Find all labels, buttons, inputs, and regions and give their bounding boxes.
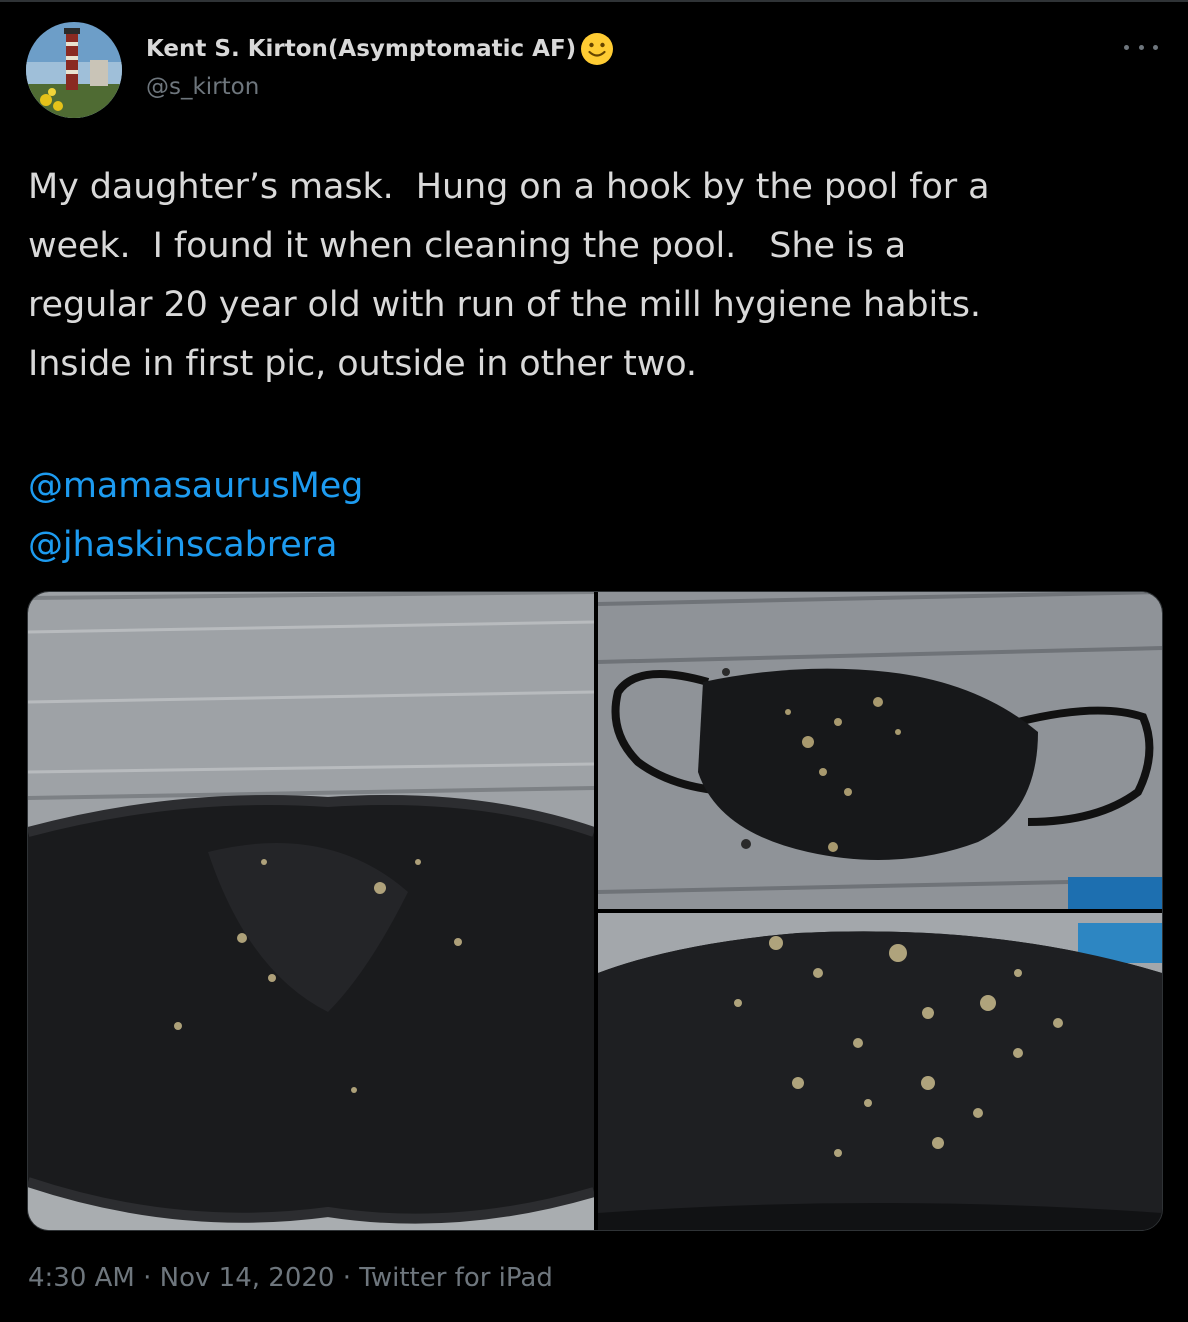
meta-separator: · <box>342 1263 351 1293</box>
tweet-text-line: Inside in first pic, outside in other tw… <box>28 344 697 384</box>
tweet-text-line: My daughter’s mask. Hung on a hook by th… <box>28 167 990 207</box>
more-options-button[interactable] <box>1124 34 1158 60</box>
mention-link[interactable]: @jhaskinscabrera <box>28 516 1168 575</box>
tweet-text: My daughter’s mask. Hung on a hook by th… <box>28 158 1168 575</box>
tweet-source[interactable]: Twitter for iPad <box>359 1263 553 1293</box>
media-grid <box>27 591 1163 1231</box>
author-avatar[interactable] <box>26 22 122 118</box>
tweet-text-line: week. I found it when cleaning the pool.… <box>28 226 907 266</box>
slightly-smiling-face-icon <box>580 32 614 66</box>
mention-link[interactable]: @mamasaurusMeg <box>28 457 1168 516</box>
more-dot-icon <box>1153 44 1158 50</box>
tweet-date[interactable]: Nov 14, 2020 <box>160 1263 335 1293</box>
tweet-time[interactable]: 4:30 AM <box>28 1263 135 1293</box>
tweet-meta: 4:30 AM · Nov 14, 2020 · Twitter for iPa… <box>28 1263 553 1293</box>
mask-outside-closeup-photo[interactable] <box>598 913 1162 1230</box>
more-dot-icon <box>1124 44 1129 50</box>
meta-separator: · <box>143 1263 152 1293</box>
tweet-text-line: regular 20 year old with run of the mill… <box>28 285 981 325</box>
author-name-row: Kent S. Kirton(Asymptomatic AF) <box>146 32 614 66</box>
author-handle[interactable]: @s_kirton <box>146 74 259 100</box>
top-divider <box>0 0 1188 2</box>
author-display-name[interactable]: Kent S. Kirton(Asymptomatic AF) <box>146 36 576 62</box>
more-dot-icon <box>1138 44 1144 50</box>
lighthouse-avatar-icon <box>26 22 122 118</box>
mask-inside-photo[interactable] <box>28 592 594 1230</box>
mask-outside-photo[interactable] <box>598 592 1162 909</box>
